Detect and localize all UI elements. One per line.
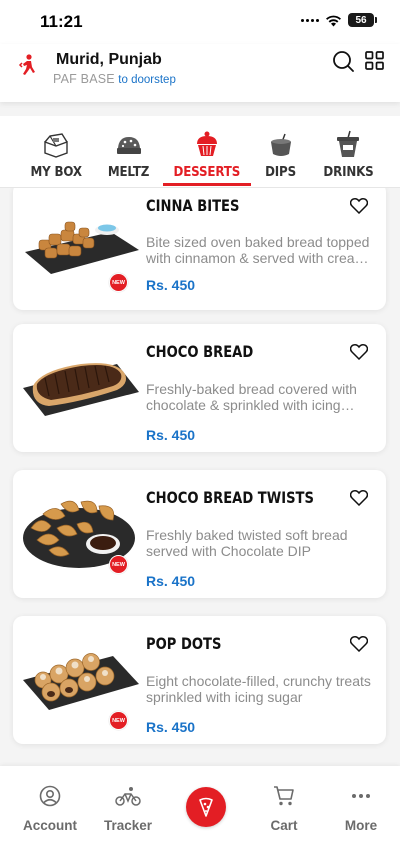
drink-cup-icon — [337, 130, 359, 157]
nav-account[interactable]: Account — [10, 784, 90, 833]
choco-bread-image — [23, 363, 139, 416]
product-name: CHOCO BREAD — [146, 342, 254, 361]
meltz-icon — [117, 137, 141, 154]
new-badge: NEW — [109, 555, 128, 574]
nav-tracker[interactable]: Tracker — [88, 784, 168, 833]
product-price: Rs. 450 — [146, 573, 196, 589]
location-header: Murid, Punjab PAF BASE to doorstep — [0, 44, 400, 102]
product-card[interactable]: NEW CINNA BITES Bite sized oven baked br… — [13, 188, 386, 310]
nav-home-pizza-button[interactable] — [186, 787, 226, 827]
tab-label: DIPS — [265, 164, 297, 180]
product-card[interactable]: CHOCO BREAD Freshly-baked bread covered … — [13, 324, 386, 452]
delivery-mode: to doorstep — [118, 74, 176, 86]
location-subtitle[interactable]: PAF BASE to doorstep — [53, 72, 176, 86]
tab-label: MELTZ — [108, 164, 150, 180]
heart-icon[interactable] — [350, 636, 368, 652]
heart-icon[interactable] — [350, 490, 368, 506]
product-card[interactable]: NEW POP DOTS Eight chocolate-filled, cru… — [13, 616, 386, 744]
product-list: NEW CINNA BITES Bite sized oven baked br… — [0, 188, 400, 766]
status-icons: 56 — [301, 13, 377, 27]
cart-icon — [274, 786, 294, 806]
product-description: Freshly-baked bread covered with chocola… — [146, 381, 357, 413]
signal-icon — [301, 18, 319, 22]
battery-icon: 56 — [348, 13, 377, 27]
tab-label: DRINKS — [322, 164, 374, 180]
product-description: Freshly baked twisted soft bread served … — [146, 527, 348, 559]
tab-desserts[interactable]: DESSERTS — [168, 116, 246, 188]
category-tabs: MY BOX MELTZ DESSERTS DIPS DRINKS — [0, 116, 400, 188]
cupcake-icon — [197, 131, 217, 156]
bike-icon — [115, 787, 141, 806]
grid-view-icon[interactable] — [365, 51, 384, 70]
tab-label: DESSERTS — [173, 164, 241, 180]
bottom-nav: Account Tracker Cart More — [0, 766, 400, 864]
active-tab-indicator — [163, 183, 251, 186]
product-price: Rs. 450 — [146, 277, 196, 293]
nav-label: More — [344, 818, 378, 833]
pizza-slice-icon — [199, 797, 213, 817]
product-name: CHOCO BREAD TWISTS — [146, 488, 314, 507]
wifi-icon — [326, 15, 341, 26]
product-description: Bite sized oven baked bread topped with … — [146, 234, 370, 266]
pop-dots-image — [23, 653, 139, 710]
heart-icon[interactable] — [350, 198, 368, 214]
account-icon — [39, 785, 61, 807]
heart-icon[interactable] — [350, 344, 368, 360]
location-title[interactable]: Murid, Punjab — [56, 51, 162, 69]
more-dots-icon — [352, 794, 370, 798]
dip-cup-icon — [271, 133, 291, 156]
product-name: POP DOTS — [146, 634, 222, 653]
new-badge: NEW — [109, 711, 128, 730]
tab-drinks[interactable]: DRINKS — [309, 116, 387, 188]
status-bar: 11:21 56 — [0, 0, 400, 44]
new-badge: NEW — [109, 273, 128, 292]
product-price: Rs. 450 — [146, 719, 196, 735]
tab-label: MY BOX — [30, 164, 82, 180]
nav-more[interactable]: More — [321, 784, 400, 833]
product-name: CINNA BITES — [146, 196, 240, 215]
search-icon[interactable] — [332, 50, 354, 72]
product-description: Eight chocolate-filled, crunchy treats s… — [146, 673, 371, 705]
box-icon — [44, 133, 68, 158]
status-time: 11:21 — [40, 12, 83, 31]
product-price: Rs. 450 — [146, 427, 196, 443]
nav-label: Cart — [270, 818, 298, 833]
location-area: PAF BASE — [53, 72, 115, 86]
nav-label: Tracker — [103, 818, 153, 833]
nav-label: Account — [23, 818, 77, 833]
product-card[interactable]: NEW CHOCO BREAD TWISTS Freshly baked twi… — [13, 470, 386, 598]
nav-cart[interactable]: Cart — [244, 784, 324, 833]
tab-meltz[interactable]: MELTZ — [90, 116, 168, 188]
walking-person-icon[interactable] — [18, 52, 40, 78]
tab-my-box[interactable]: MY BOX — [17, 116, 95, 188]
